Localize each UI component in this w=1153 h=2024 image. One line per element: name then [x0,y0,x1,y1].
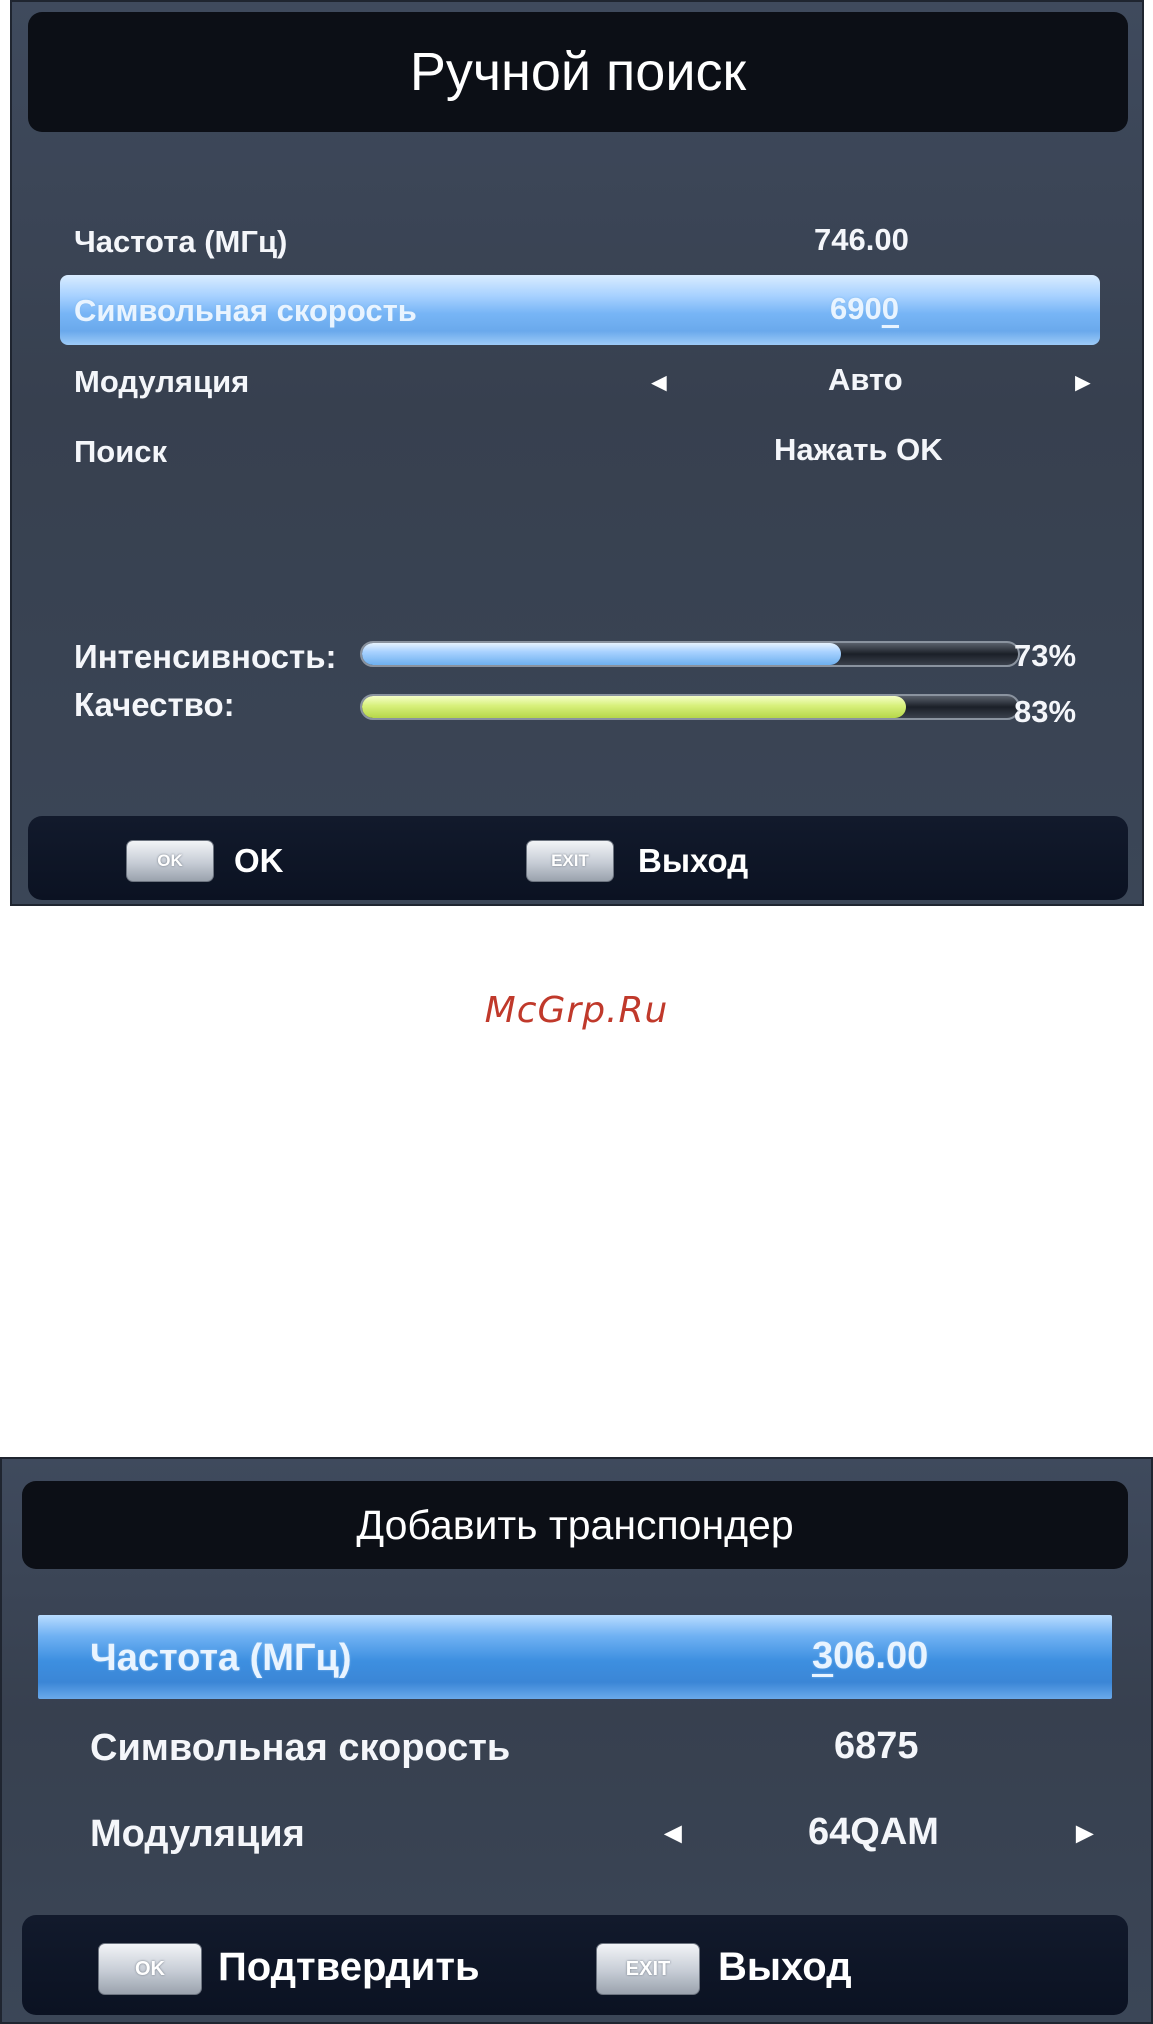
page-title: Добавить транспондер [356,1501,794,1548]
symbol-rate-value[interactable]: 6900 [830,291,899,327]
quality-percent: 83% [1014,694,1077,729]
add-transponder-screen: Добавить транспондер Частота (МГц) 306.0… [0,1457,1153,2024]
arrow-left-icon[interactable]: ◄ [658,1817,688,1851]
intensity-bar [360,641,1020,667]
modulation-label: Модуляция [90,1813,305,1855]
arrow-left-icon[interactable]: ◄ [646,367,672,398]
search-label: Поиск [74,434,168,469]
edit-cursor-digit: 3 [812,1635,834,1677]
frequency-value: 746.00 [814,222,909,257]
symbol-rate-label: Символьная скорость [90,1727,511,1769]
footer-bar: OK Подтвердить EXIT Выход [22,1915,1128,2015]
confirm-key-label: Подтвердить [218,1945,480,1989]
symbol-rate-row[interactable]: Символьная скорость 6900 [60,275,1100,345]
symbol-rate-row[interactable]: Символьная скорость 6875 [2,1715,1151,1781]
footer-bar: OK OK EXIT Выход [28,816,1128,900]
modulation-value: 64QAM [808,1811,939,1853]
quality-bar [360,694,1020,720]
quality-label: Качество: [74,686,235,723]
modulation-value: Авто [828,362,903,397]
watermark-text: McGrp.Ru [484,990,669,1031]
intensity-label: Интенсивность: [74,638,337,675]
page-title: Ручной поиск [409,42,747,102]
modulation-label: Модуляция [74,364,250,399]
frequency-row[interactable]: Частота (МГц) 746.00 [12,212,1142,270]
search-value: Нажать OK [774,432,943,467]
frequency-label: Частота (МГц) [74,224,288,259]
edit-cursor-digit: 0 [881,291,899,326]
frequency-value[interactable]: 306.00 [812,1635,928,1678]
arrow-right-icon[interactable]: ► [1070,367,1096,398]
manual-search-screen: Ручной поиск Частота (МГц) 746.00 Символ… [10,0,1144,906]
intensity-percent: 73% [1014,638,1077,673]
intensity-bar-fill [362,643,841,665]
ok-key-button[interactable]: OK [98,1943,202,1995]
exit-key-label: Выход [718,1945,852,1989]
symbol-rate-value: 6875 [834,1725,919,1767]
search-row[interactable]: Поиск Нажать OK [12,424,1142,482]
modulation-row[interactable]: Модуляция ◄ Авто ► [12,354,1142,412]
frequency-label: Частота (МГц) [90,1637,352,1679]
frequency-row[interactable]: Частота (МГц) 306.00 [38,1615,1112,1699]
exit-key-button[interactable]: EXIT [596,1943,700,1995]
symbol-rate-label: Символьная скорость [74,293,417,328]
screen-title-bar: Добавить транспондер [22,1481,1128,1569]
frequency-digits: 06.00 [833,1635,929,1677]
exit-key-label: Выход [638,842,749,879]
exit-key-button[interactable]: EXIT [526,840,614,882]
symbol-rate-digits: 690 [830,291,882,326]
ok-key-label: OK [234,842,284,879]
quality-bar-fill [362,696,907,718]
ok-key-button[interactable]: OK [126,840,214,882]
screen-title-bar: Ручной поиск [28,12,1128,132]
arrow-right-icon[interactable]: ► [1070,1817,1100,1851]
modulation-row[interactable]: Модуляция ◄ 64QAM ► [2,1801,1151,1867]
